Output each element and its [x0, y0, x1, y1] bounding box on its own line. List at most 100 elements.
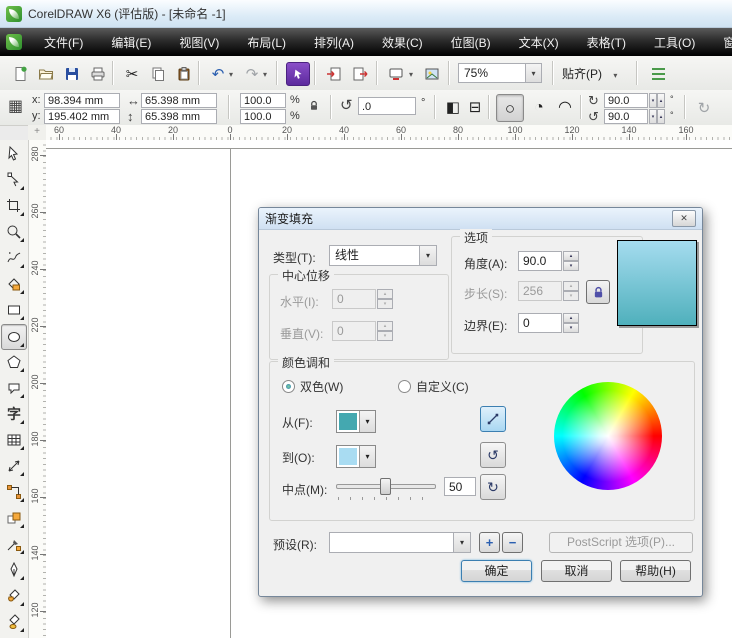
direct-blend-button[interactable] — [480, 406, 506, 432]
gradient-preview — [617, 240, 697, 326]
angle-spinner[interactable]: 90.0 ▴ ▾ — [518, 251, 579, 271]
smart-fill-tool[interactable] — [2, 272, 26, 296]
menu-layout[interactable]: 布局(L) — [233, 30, 300, 55]
dimension-tool[interactable] — [2, 454, 26, 478]
remove-preset-button[interactable]: − — [502, 532, 523, 553]
menu-table[interactable]: 表格(T) — [573, 30, 640, 55]
midpoint-value-field[interactable]: 50 — [444, 477, 476, 496]
print-button[interactable] — [86, 62, 110, 86]
to-color-picker[interactable]: ▾ — [336, 445, 376, 468]
height-field[interactable]: 65.398 mm — [141, 109, 217, 124]
undo-dropdown[interactable]: ▾ — [224, 62, 238, 86]
rectangle-tool[interactable] — [2, 298, 26, 322]
save-button[interactable] — [60, 62, 84, 86]
mirror-horizontal-button[interactable]: ◧ — [442, 96, 464, 118]
type-select[interactable]: 线性 ▾ — [329, 245, 437, 266]
eyedropper-tool[interactable] — [2, 532, 26, 556]
spinner-arrows[interactable]: ▴ ▾ — [563, 313, 579, 333]
launcher-dropdown[interactable]: ▾ — [404, 62, 418, 86]
close-button[interactable]: ✕ — [672, 210, 696, 227]
text-tool[interactable]: 字 — [2, 402, 26, 426]
ruler-label: 140 — [30, 545, 40, 561]
menu-bitmaps[interactable]: 位图(B) — [437, 30, 505, 55]
rotation-field[interactable]: .0 — [358, 97, 416, 115]
edge-spinner[interactable]: 0 ▴ ▾ — [518, 313, 579, 333]
snap-to-dropdown[interactable]: 贴齐(P) ▾ — [562, 65, 617, 82]
zoom-level-combo[interactable]: 75% ▾ — [458, 63, 542, 83]
presets-select[interactable]: ▾ — [329, 532, 471, 553]
zoom-tool[interactable] — [2, 220, 26, 244]
interactive-fill-tool[interactable] — [2, 610, 26, 634]
scale-y-field[interactable]: 100.0 — [240, 109, 286, 124]
spinner-arrows: ▴ ▾ — [377, 321, 393, 341]
edge-value[interactable]: 0 — [518, 313, 562, 333]
x-position-field[interactable]: 98.394 mm — [44, 93, 120, 108]
cut-button[interactable]: ✂ — [120, 62, 144, 86]
redo-dropdown[interactable]: ▾ — [258, 62, 272, 86]
chevron-down-icon[interactable]: ▾ — [525, 64, 541, 82]
menu-effects[interactable]: 效果(C) — [368, 30, 437, 55]
pie-mode-button[interactable]: ◔ — [526, 94, 552, 122]
shape-tool[interactable] — [2, 168, 26, 192]
ellipse-mode-button[interactable]: ○ — [496, 94, 524, 122]
dialog-title-bar[interactable]: 渐变填充 ✕ — [259, 208, 702, 230]
crop-tool[interactable] — [2, 194, 26, 218]
blend-tool[interactable] — [2, 506, 26, 530]
welcome-screen-button[interactable] — [420, 62, 444, 86]
spinner-arrows[interactable]: ▴ ▾ — [563, 251, 579, 271]
custom-radio[interactable]: 自定义(C) — [398, 378, 469, 395]
arc-end-spinner[interactable]: ▾ ▴ — [649, 109, 665, 124]
basic-shapes-tool[interactable] — [2, 376, 26, 400]
polygon-tool[interactable] — [2, 350, 26, 374]
arc-mode-button[interactable]: ◠ — [552, 94, 578, 122]
paste-button[interactable] — [172, 62, 196, 86]
menu-arrange[interactable]: 排列(A) — [300, 30, 368, 55]
cw-blend-button[interactable]: ↻ — [480, 474, 506, 500]
arc-start-spinner[interactable]: ▾ ▴ — [649, 93, 665, 108]
menu-tools[interactable]: 工具(O) — [640, 30, 709, 55]
pick-tool[interactable] — [2, 142, 26, 166]
ccw-blend-button[interactable]: ↺ — [480, 442, 506, 468]
menu-edit[interactable]: 编辑(E) — [97, 30, 165, 55]
menu-view[interactable]: 视图(V) — [165, 30, 233, 55]
steps-lock-button[interactable] — [586, 280, 610, 304]
whats-new-button[interactable] — [286, 62, 310, 86]
two-color-radio[interactable]: 双色(W) — [282, 378, 343, 395]
cancel-button[interactable]: 取消 — [541, 560, 612, 582]
y-position-field[interactable]: 195.402 mm — [44, 109, 120, 124]
menu-file[interactable]: 文件(F) — [30, 30, 97, 55]
midpoint-label: 中点(M): — [282, 483, 328, 497]
export-button[interactable] — [348, 62, 372, 86]
ellipse-tool[interactable] — [1, 324, 27, 350]
outline-pen-tool[interactable] — [2, 558, 26, 582]
from-color-picker[interactable]: ▾ — [336, 410, 376, 433]
lock-ratio-button[interactable] — [304, 96, 324, 116]
mirror-vertical-button[interactable]: ⊟ — [464, 96, 486, 118]
table-tool[interactable] — [2, 428, 26, 452]
redo-icon: ↷ — [245, 65, 259, 83]
toolbox: 字 — [0, 140, 29, 638]
slider-thumb[interactable] — [380, 478, 391, 495]
menu-text[interactable]: 文本(X) — [505, 30, 573, 55]
add-preset-button[interactable]: + — [479, 532, 500, 553]
help-button[interactable]: 帮助(H) — [620, 560, 691, 582]
midpoint-slider[interactable] — [336, 477, 436, 500]
angle-value[interactable]: 90.0 — [518, 251, 562, 271]
import-button[interactable] — [322, 62, 346, 86]
menu-window[interactable]: 窗口(W) — [709, 30, 732, 55]
open-button[interactable] — [34, 62, 58, 86]
connector-tool[interactable] — [2, 480, 26, 504]
new-document-button[interactable] — [8, 62, 32, 86]
change-direction-button[interactable]: ↻ — [692, 96, 716, 120]
open-folder-icon — [38, 69, 54, 80]
options-button[interactable] — [646, 62, 670, 86]
basic-shapes-icon — [8, 383, 20, 395]
copy-button[interactable] — [146, 62, 170, 86]
arc-end-field[interactable]: 90.0 — [604, 109, 648, 124]
arc-start-field[interactable]: 90.0 — [604, 93, 648, 108]
ok-button[interactable]: 确定 — [461, 560, 532, 582]
fill-tool[interactable] — [2, 584, 26, 608]
freehand-tool[interactable] — [2, 246, 26, 270]
scale-x-field[interactable]: 100.0 — [240, 93, 286, 108]
width-field[interactable]: 65.398 mm — [141, 93, 217, 108]
